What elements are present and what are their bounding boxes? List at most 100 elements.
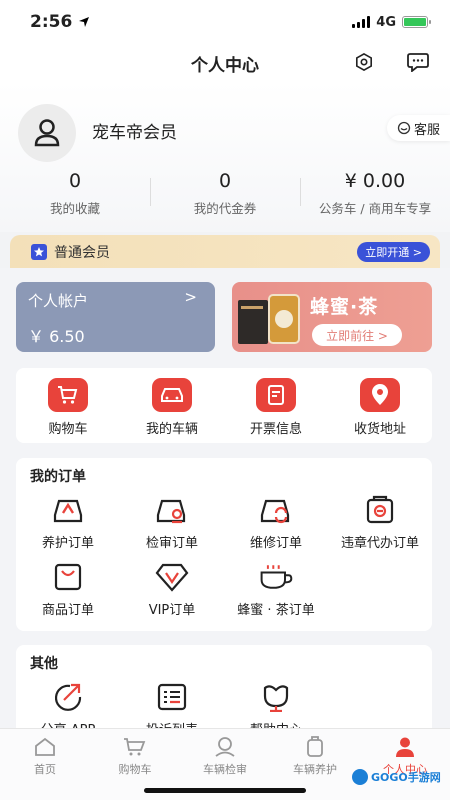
home-icon — [33, 735, 57, 759]
cart-icon — [123, 735, 147, 759]
order-repair[interactable]: 维修订单 — [224, 492, 328, 551]
quick-actions: 购物车 我的车辆 开票信息 收货地址 — [16, 368, 432, 443]
profile-section: 宠车帝会员 客服 0 我的收藏 0 我的代金券 ¥ 0.00 公务车 / 商用车… — [0, 82, 450, 232]
honey-jar-image — [268, 294, 300, 344]
promo-title: 蜂蜜·茶 — [310, 296, 379, 318]
user-icon — [34, 119, 60, 147]
stat-label: 我的收藏 — [49, 201, 100, 216]
stat-value: 0 — [68, 170, 82, 192]
chevron-right-icon: > — [184, 288, 197, 306]
watermark-logo-icon — [352, 769, 368, 785]
quick-label: 我的车辆 — [145, 422, 198, 437]
violation-icon — [362, 492, 398, 528]
signal-icon — [352, 16, 371, 28]
order-label: 违章代办订单 — [340, 536, 419, 551]
open-membership-label: 立即开通 > — [365, 246, 422, 259]
inspection-icon — [213, 735, 237, 759]
invoice-icon — [256, 378, 296, 412]
account-balance: ￥ 6.50 — [28, 327, 85, 346]
shopping-bag-icon — [50, 559, 86, 595]
help-icon — [258, 679, 294, 715]
tab-label: 车辆养护 — [293, 763, 337, 776]
other-help-center[interactable]: 帮助中心 — [224, 679, 328, 735]
diamond-icon — [154, 559, 190, 595]
order-honey-tea[interactable]: 蜂蜜 · 茶订单 — [224, 559, 328, 618]
page-title: 个人中心 — [191, 55, 259, 76]
network-text: 4G — [376, 14, 396, 30]
tab-profile[interactable]: 个人中心 — [360, 729, 450, 800]
quick-invoice[interactable]: 开票信息 — [224, 368, 328, 443]
order-label: 蜂蜜 · 茶订单 — [237, 603, 315, 618]
quick-label: 购物车 — [48, 422, 88, 437]
promo-go-label: 立即前往 > — [326, 328, 388, 343]
my-orders-section: 我的订单 养护订单 检审订单 维修订单 违章代办订单 商品订单 VIP订单 蜂蜜… — [16, 458, 432, 631]
order-label: VIP订单 — [148, 603, 196, 618]
order-maintenance[interactable]: 养护订单 — [16, 492, 120, 551]
promo-go-button[interactable]: 立即前往 > — [312, 324, 402, 346]
order-label: 检审订单 — [145, 536, 198, 551]
location-icon — [360, 378, 400, 412]
user-icon — [393, 735, 417, 759]
other-section: 其他 分享 APP 投诉列表 帮助中心 — [16, 645, 432, 735]
stat-label: 公务车 / 商用车专享 — [318, 201, 432, 216]
member-level: 普通会员 — [54, 245, 110, 261]
account-card[interactable]: 个人帐户 > ￥ 6.50 — [16, 282, 215, 352]
account-title: 个人帐户 — [28, 292, 89, 310]
battery-icon — [402, 16, 431, 28]
quick-address[interactable]: 收货地址 — [328, 368, 432, 443]
tab-label: 车辆检审 — [203, 763, 247, 776]
tab-label: 购物车 — [118, 763, 152, 776]
quick-label: 收货地址 — [353, 422, 406, 437]
order-inspection[interactable]: 检审订单 — [120, 492, 224, 551]
customer-service-button[interactable]: 客服 — [386, 115, 450, 141]
cart-icon — [48, 378, 88, 412]
time-text: 2:56 — [30, 12, 73, 32]
watermark: GOGO手游网 — [352, 769, 441, 785]
star-badge-icon — [31, 244, 47, 260]
quick-label: 开票信息 — [249, 422, 302, 437]
repair-icon — [258, 492, 294, 528]
order-label: 维修订单 — [249, 536, 302, 551]
order-vip[interactable]: VIP订单 — [120, 559, 224, 618]
quick-my-car[interactable]: 我的车辆 — [120, 368, 224, 443]
promo-banner[interactable]: 蜂蜜·茶 立即前往 > — [232, 282, 432, 352]
content-area: 个人帐户 > ￥ 6.50 蜂蜜·茶 立即前往 > 购物车 我的车辆 开票信息 … — [0, 268, 450, 735]
stat-business-car[interactable]: ¥ 0.00 公务车 / 商用车专享 — [300, 170, 450, 217]
message-icon[interactable] — [406, 50, 430, 74]
list-icon — [154, 679, 190, 715]
settings-icon[interactable] — [352, 50, 376, 74]
stat-label: 我的代金券 — [193, 201, 257, 216]
home-indicator — [144, 788, 306, 793]
watermark-text: GOGO手游网 — [371, 771, 441, 784]
order-goods[interactable]: 商品订单 — [16, 559, 120, 618]
car-icon — [152, 378, 192, 412]
username[interactable]: 宠车帝会员 — [92, 118, 177, 143]
teacup-icon — [258, 559, 294, 595]
stat-favorites[interactable]: 0 我的收藏 — [0, 170, 150, 217]
section-title: 其他 — [30, 656, 58, 672]
share-icon — [50, 679, 86, 715]
order-label: 养护订单 — [41, 536, 94, 551]
avatar[interactable] — [18, 104, 76, 162]
maintenance-icon — [303, 735, 327, 759]
chat-icon — [397, 121, 411, 135]
stat-value: 0 — [218, 170, 232, 192]
status-bar: 2:56 4G — [0, 0, 450, 44]
inspection-icon — [154, 492, 190, 528]
other-complaints[interactable]: 投诉列表 — [120, 679, 224, 735]
maintenance-icon — [50, 492, 86, 528]
stat-value: ¥ 0.00 — [344, 170, 406, 192]
other-share-app[interactable]: 分享 APP — [16, 679, 120, 735]
stats-row: 0 我的收藏 0 我的代金券 ¥ 0.00 公务车 / 商用车专享 — [0, 170, 450, 217]
location-arrow-icon — [79, 17, 90, 27]
stat-vouchers[interactable]: 0 我的代金券 — [150, 170, 300, 217]
status-time: 2:56 — [30, 12, 90, 32]
member-bar: 普通会员 立即开通 > — [10, 235, 440, 269]
section-title: 我的订单 — [30, 469, 86, 485]
quick-cart[interactable]: 购物车 — [16, 368, 120, 443]
open-membership-button[interactable]: 立即开通 > — [357, 242, 430, 262]
tab-home[interactable]: 首页 — [0, 729, 90, 800]
order-violation[interactable]: 违章代办订单 — [328, 492, 432, 551]
tab-label: 首页 — [34, 763, 56, 776]
tea-box-image — [238, 300, 268, 344]
